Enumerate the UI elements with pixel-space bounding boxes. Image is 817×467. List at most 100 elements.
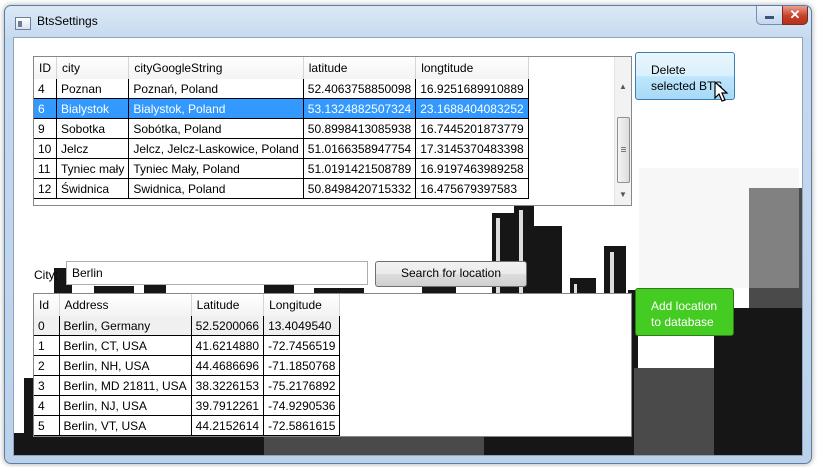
- table-cell: 41.6214880: [191, 335, 265, 356]
- table-row-selected[interactable]: 6 Bialystok Bialystok, Poland 53.1324882…: [34, 98, 529, 119]
- table-cell: Poznan: [56, 79, 130, 99]
- table-cell: 52.4063758850098: [303, 79, 417, 99]
- table-cell: -75.2176892: [263, 375, 341, 396]
- add-button-label-line1: Add location: [651, 299, 718, 313]
- table-cell: Swidnica, Poland: [128, 178, 304, 199]
- table-cell: 44.2152614: [191, 415, 265, 436]
- table-cell: 51.0166358947754: [303, 138, 417, 159]
- table-row[interactable]: 4 Berlin, NJ, USA 39.7912261 -74.9290536: [34, 395, 341, 416]
- window-icon: [15, 17, 31, 30]
- table-cell: Berlin, NH, USA: [59, 355, 192, 376]
- table-cell: 16.9251689910889: [415, 79, 529, 99]
- bts-table-header: ID city cityGoogleString latitude longti…: [34, 57, 529, 79]
- delete-button-label-line1: Delete: [651, 63, 686, 77]
- table-row-current[interactable]: 0 Berlin, Germany 52.5200066 13.4049540: [34, 316, 341, 336]
- delete-button-label-line2: selected BTS: [651, 79, 723, 93]
- column-header-city[interactable]: city: [56, 57, 130, 79]
- delete-selected-bts-button[interactable]: Delete selected BTS: [635, 52, 735, 102]
- table-cell: Świdnica: [56, 178, 130, 199]
- search-for-location-button[interactable]: Search for location: [375, 261, 527, 287]
- window-title: BtsSettings: [37, 14, 98, 28]
- city-label: City:: [34, 268, 58, 282]
- column-header-latitude[interactable]: latitude: [303, 57, 417, 79]
- table-cell: 4: [34, 395, 60, 416]
- app-window: BtsSettings ✕ ID city cityGoogleString l…: [4, 5, 812, 464]
- close-icon: ✕: [789, 7, 801, 22]
- bts-table[interactable]: ID city cityGoogleString latitude longti…: [33, 56, 632, 206]
- table-cell: Jelcz, Jelcz-Laskowice, Poland: [128, 138, 304, 159]
- table-cell: 38.3226153: [191, 375, 265, 396]
- add-location-to-database-button[interactable]: Add location to database: [635, 288, 734, 336]
- add-button-label-line2: to database: [651, 315, 714, 329]
- scroll-down-arrow-icon[interactable]: ▼: [615, 187, 631, 203]
- table-cell: 50.8498420715332: [303, 178, 417, 199]
- table-cell: 13.4049540: [263, 316, 341, 336]
- table-cell: Berlin, Germany: [59, 316, 192, 336]
- table-cell: Berlin, NJ, USA: [59, 395, 192, 416]
- table-row[interactable]: 3 Berlin, MD 21811, USA 38.3226153 -75.2…: [34, 375, 341, 396]
- table-row[interactable]: 9 Sobotka Sobótka, Poland 50.89984130859…: [34, 118, 529, 139]
- table-cell: -74.9290536: [263, 395, 341, 416]
- table-cell: -71.1850768: [263, 355, 341, 376]
- table-cell: 6: [34, 98, 57, 119]
- table-cell: Sobótka, Poland: [128, 118, 304, 139]
- scrollbar-thumb[interactable]: [617, 117, 630, 183]
- scrollbar-grip-icon: [621, 151, 626, 152]
- table-row[interactable]: 12 Świdnica Swidnica, Poland 50.84984207…: [34, 178, 529, 199]
- bts-table-scrollbar[interactable]: ▲ ▼: [614, 57, 631, 205]
- close-button[interactable]: ✕: [782, 6, 808, 25]
- table-cell: 2: [34, 355, 60, 376]
- table-cell: -72.7456519: [263, 335, 341, 356]
- table-cell: 17.3145370483398: [415, 138, 529, 159]
- column-header-latitude[interactable]: Latitude: [191, 294, 265, 316]
- column-header-longitude[interactable]: Longitude: [263, 294, 341, 316]
- table-cell: Berlin, MD 21811, USA: [59, 375, 192, 396]
- table-cell: -72.5861615: [263, 415, 341, 436]
- table-cell: 16.7445201873779: [415, 118, 529, 139]
- column-header-id[interactable]: ID: [34, 57, 57, 79]
- location-results-table[interactable]: Id Address Latitude Longitude 0 Berlin, …: [33, 293, 632, 437]
- table-cell: 1: [34, 335, 60, 356]
- table-cell: 10: [34, 138, 57, 159]
- table-cell: 4: [34, 79, 57, 99]
- table-row[interactable]: 4 Poznan Poznań, Poland 52.4063758850098…: [34, 79, 529, 99]
- scrollbar-grip-icon: [621, 147, 626, 148]
- scroll-up-arrow-icon[interactable]: ▲: [615, 79, 631, 95]
- table-row[interactable]: 10 Jelcz Jelcz, Jelcz-Laskowice, Poland …: [34, 138, 529, 159]
- table-cell: 3: [34, 375, 60, 396]
- column-header-address[interactable]: Address: [59, 294, 192, 316]
- table-cell: Jelcz: [56, 138, 130, 159]
- table-row[interactable]: 1 Berlin, CT, USA 41.6214880 -72.7456519: [34, 335, 341, 356]
- table-cell: 16.475679397583: [415, 178, 529, 199]
- table-cell: Bialystok: [56, 98, 130, 119]
- table-row[interactable]: 2 Berlin, NH, USA 44.4686696 -71.1850768: [34, 355, 341, 376]
- table-cell: Berlin, CT, USA: [59, 335, 192, 356]
- table-cell: 50.8998413085938: [303, 118, 417, 139]
- table-row[interactable]: 11 Tyniec mały Tyniec Mały, Poland 51.01…: [34, 158, 529, 179]
- table-cell: Poznań, Poland: [128, 79, 304, 99]
- table-cell: 9: [34, 118, 57, 139]
- table-cell: 11: [34, 158, 57, 179]
- table-cell: 39.7912261: [191, 395, 265, 416]
- table-row[interactable]: 5 Berlin, VT, USA 44.2152614 -72.5861615: [34, 415, 341, 436]
- minimize-button[interactable]: [756, 6, 784, 25]
- table-cell: 52.5200066: [191, 316, 265, 336]
- column-header-id[interactable]: Id: [34, 294, 60, 316]
- table-cell: 12: [34, 178, 57, 199]
- scrollbar-grip-icon: [621, 149, 626, 150]
- table-cell: 23.1688404083252: [415, 98, 529, 119]
- column-header-longtitude[interactable]: longtitude: [415, 57, 529, 79]
- table-cell: Tyniec mały: [56, 158, 130, 179]
- mouse-cursor-icon: [714, 81, 729, 102]
- window-client-area: ID city cityGoogleString latitude longti…: [13, 37, 803, 456]
- table-cell: Sobotka: [56, 118, 130, 139]
- column-header-city-google-string[interactable]: cityGoogleString: [128, 57, 304, 79]
- table-cell: Berlin, VT, USA: [59, 415, 192, 436]
- table-cell: 0: [34, 316, 60, 336]
- location-table-header: Id Address Latitude Longitude: [34, 294, 341, 316]
- table-cell: 53.1324882507324: [303, 98, 417, 119]
- table-cell: Bialystok, Poland: [128, 98, 304, 119]
- city-input[interactable]: Berlin: [66, 261, 368, 285]
- title-bar[interactable]: BtsSettings ✕: [5, 6, 811, 38]
- table-cell: 5: [34, 415, 60, 436]
